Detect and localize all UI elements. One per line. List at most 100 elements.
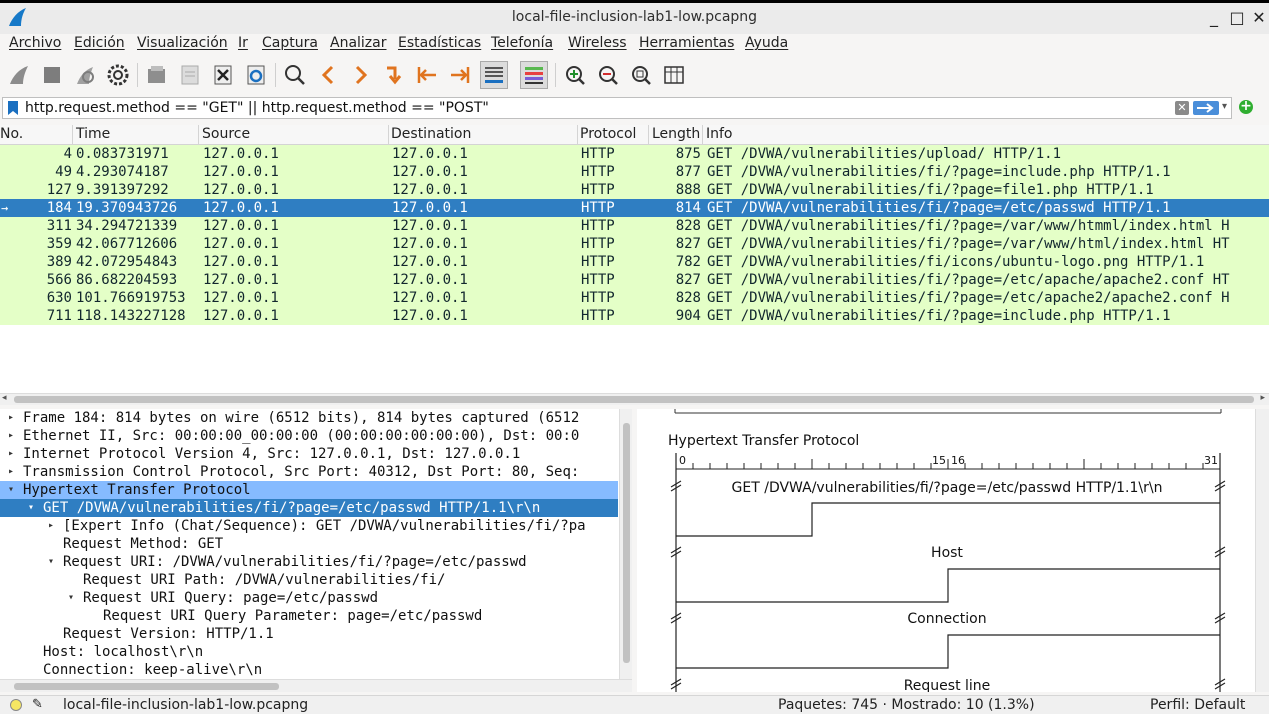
details-vscrollbar[interactable] xyxy=(619,409,632,679)
packet-row[interactable]: 127 9.391397292 127.0.0.1 127.0.0.1 HTTP 888 G… xyxy=(0,181,1269,199)
col-source[interactable]: Source xyxy=(202,126,250,142)
status-profile[interactable]: Perfil: Default xyxy=(1150,697,1245,713)
close-button[interactable]: ✕ xyxy=(1251,9,1267,27)
tree-item[interactable]: Host: localhost\r\n xyxy=(0,643,618,661)
maximize-button[interactable]: □ xyxy=(1229,9,1245,27)
go-to-packet-icon[interactable] xyxy=(380,61,408,89)
tree-item[interactable]: ▾ Request URI Query: page=/etc/passwd xyxy=(0,589,618,607)
packet-row[interactable]: 630 101.766919753 127.0.0.1 127.0.0.1 HTTP 82… xyxy=(0,289,1269,307)
packet-row[interactable]: 359 42.067712606 127.0.0.1 127.0.0.1 HTTP 827… xyxy=(0,235,1269,253)
packet-list-header: No. Time Source Destination Protocol Len… xyxy=(0,125,1269,145)
display-filter-input[interactable]: http.request.method == "GET" || http.req… xyxy=(25,100,489,116)
forward-icon[interactable] xyxy=(347,61,375,89)
tree-item-label: Request URI: /DVWA/vulnerabilities/fi/?p… xyxy=(63,554,527,570)
tree-item[interactable]: Request URI Query Parameter: page=/etc/p… xyxy=(0,607,618,625)
close-file-icon[interactable] xyxy=(209,61,237,89)
tree-item[interactable]: Request Version: HTTP/1.1 xyxy=(0,625,618,643)
menu-captura[interactable]: Captura xyxy=(262,35,318,51)
expand-arrow-icon[interactable]: ▸ xyxy=(8,463,14,481)
shark-fin-start-icon[interactable] xyxy=(5,61,33,89)
expand-arrow-icon[interactable]: ▸ xyxy=(48,517,54,535)
tree-item[interactable]: Request URI Path: /DVWA/vulnerabilities/… xyxy=(0,571,618,589)
bookmark-icon[interactable] xyxy=(7,101,19,115)
add-filter-button[interactable]: + xyxy=(1239,99,1253,114)
edit-comment-icon[interactable]: ✎ xyxy=(32,697,43,712)
clear-filter-icon[interactable]: ✕ xyxy=(1175,101,1189,115)
apply-filter-icon[interactable] xyxy=(1193,101,1219,115)
collapse-arrow-icon[interactable]: ▾ xyxy=(68,589,74,607)
packet-row[interactable]: 389 42.072954843 127.0.0.1 127.0.0.1 HTTP 782… xyxy=(0,253,1269,271)
tree-item[interactable]: ▸ Frame 184: 814 bytes on wire (6512 bits… xyxy=(0,409,618,427)
col-destination[interactable]: Destination xyxy=(391,126,471,142)
expand-arrow-icon[interactable]: ▸ xyxy=(8,409,14,427)
col-no[interactable]: No. xyxy=(0,126,23,142)
packet-cell-no: 4 xyxy=(63,146,72,162)
packet-row[interactable]: 711 118.143227128 127.0.0.1 127.0.0.1 HTTP 90… xyxy=(0,307,1269,325)
zoom-out-icon[interactable] xyxy=(594,61,622,89)
zoom-normal-icon[interactable] xyxy=(627,61,655,89)
col-info[interactable]: Info xyxy=(706,126,733,142)
tree-item[interactable]: ▾ Request URI: /DVWA/vulnerabilities/fi/?… xyxy=(0,553,618,571)
packet-row[interactable]: 4 0.083731971 127.0.0.1 127.0.0.1 HTTP 875 GET… xyxy=(0,145,1269,163)
collapse-arrow-icon[interactable]: ▾ xyxy=(48,553,54,571)
collapse-arrow-icon[interactable]: ▾ xyxy=(8,481,14,499)
collapse-arrow-icon[interactable]: ▾ xyxy=(28,499,34,517)
expert-info-icon[interactable] xyxy=(10,699,22,711)
packet-cell-proto: HTTP xyxy=(581,146,615,162)
resize-columns-icon[interactable] xyxy=(660,61,688,89)
tree-item-label: Request URI Query: page=/etc/passwd xyxy=(83,590,379,606)
find-icon[interactable] xyxy=(281,61,309,89)
menu-telefonia[interactable]: Telefonía xyxy=(491,35,553,51)
stop-icon[interactable] xyxy=(38,61,66,89)
col-protocol[interactable]: Protocol xyxy=(580,126,636,142)
open-file-icon[interactable] xyxy=(143,61,171,89)
minimize-button[interactable]: _ xyxy=(1206,9,1222,27)
options-gear-icon[interactable] xyxy=(104,61,132,89)
restart-icon[interactable] xyxy=(71,61,99,89)
packet-row[interactable]: 49 4.293074187 127.0.0.1 127.0.0.1 HTTP 877 GE… xyxy=(0,163,1269,181)
reload-icon[interactable] xyxy=(242,61,270,89)
menu-estadisticas[interactable]: Estadísticas xyxy=(398,35,481,51)
col-length[interactable]: Length xyxy=(652,126,700,142)
expand-arrow-icon[interactable]: ▸ xyxy=(8,427,14,445)
expand-arrow-icon[interactable]: ▸ xyxy=(8,445,14,463)
scroll-thumb[interactable] xyxy=(623,423,630,663)
scroll-thumb[interactable] xyxy=(14,396,1254,403)
tree-item[interactable]: ▸ Ethernet II, Src: 00:00:00_00:00:00 (00… xyxy=(0,427,618,445)
menu-herramientas[interactable]: Herramientas xyxy=(639,35,734,51)
tree-item[interactable]: ▸ Internet Protocol Version 4, Src: 127.0… xyxy=(0,445,618,463)
tree-item[interactable]: ▸ Transmission Control Protocol, Src Port… xyxy=(0,463,618,481)
menu-ayuda[interactable]: Ayuda xyxy=(745,35,788,51)
packet-cell-src: 127.0.0.1 xyxy=(203,272,279,288)
menu-visualizacion[interactable]: Visualización xyxy=(137,35,228,51)
autoscroll-icon[interactable] xyxy=(480,61,508,89)
packet-cell-src: 127.0.0.1 xyxy=(203,164,279,180)
scroll-thumb[interactable] xyxy=(14,683,279,690)
last-packet-icon[interactable] xyxy=(446,61,474,89)
tree-item[interactable]: Request Method: GET xyxy=(0,535,618,553)
packet-list-hscrollbar[interactable]: ◂ ▸ xyxy=(0,393,1269,405)
tree-item[interactable]: ▸ [Expert Info (Chat/Sequence): GET /DVWA… xyxy=(0,517,618,535)
packet-row[interactable]: 566 86.682204593 127.0.0.1 127.0.0.1 HTTP 827… xyxy=(0,271,1269,289)
tree-item[interactable]: ▾ GET /DVWA/vulnerabilities/fi/?page=/etc… xyxy=(0,499,618,517)
menu-wireless[interactable]: Wireless xyxy=(568,35,627,51)
display-filter-bar: http.request.method == "GET" || http.req… xyxy=(2,97,1232,119)
colorize-icon[interactable] xyxy=(520,61,548,89)
packet-row[interactable]: → 184 19.370943726 127.0.0.1 127.0.0.1 HTTP 81… xyxy=(0,199,1269,217)
diagram-vscrollbar[interactable] xyxy=(1255,409,1269,692)
menu-analizar[interactable]: Analizar xyxy=(330,35,387,51)
tree-item[interactable]: ▾ Hypertext Transfer Protocol xyxy=(0,481,618,499)
menu-edicion[interactable]: Edición xyxy=(74,35,125,51)
zoom-in-icon[interactable] xyxy=(561,61,589,89)
details-hscrollbar[interactable] xyxy=(0,679,632,692)
tree-item[interactable]: Connection: keep-alive\r\n xyxy=(0,661,618,679)
back-icon[interactable] xyxy=(314,61,342,89)
packet-row[interactable]: 311 34.294721339 127.0.0.1 127.0.0.1 HTTP 828… xyxy=(0,217,1269,235)
first-packet-icon[interactable] xyxy=(413,61,441,89)
filter-dropdown-icon[interactable]: ▾ xyxy=(1222,101,1227,112)
menu-ir[interactable]: Ir xyxy=(238,35,248,51)
menu-archivo[interactable]: Archivo xyxy=(9,35,61,51)
col-time[interactable]: Time xyxy=(76,126,110,142)
bit-ruler xyxy=(675,459,1221,470)
save-file-icon[interactable] xyxy=(176,61,204,89)
